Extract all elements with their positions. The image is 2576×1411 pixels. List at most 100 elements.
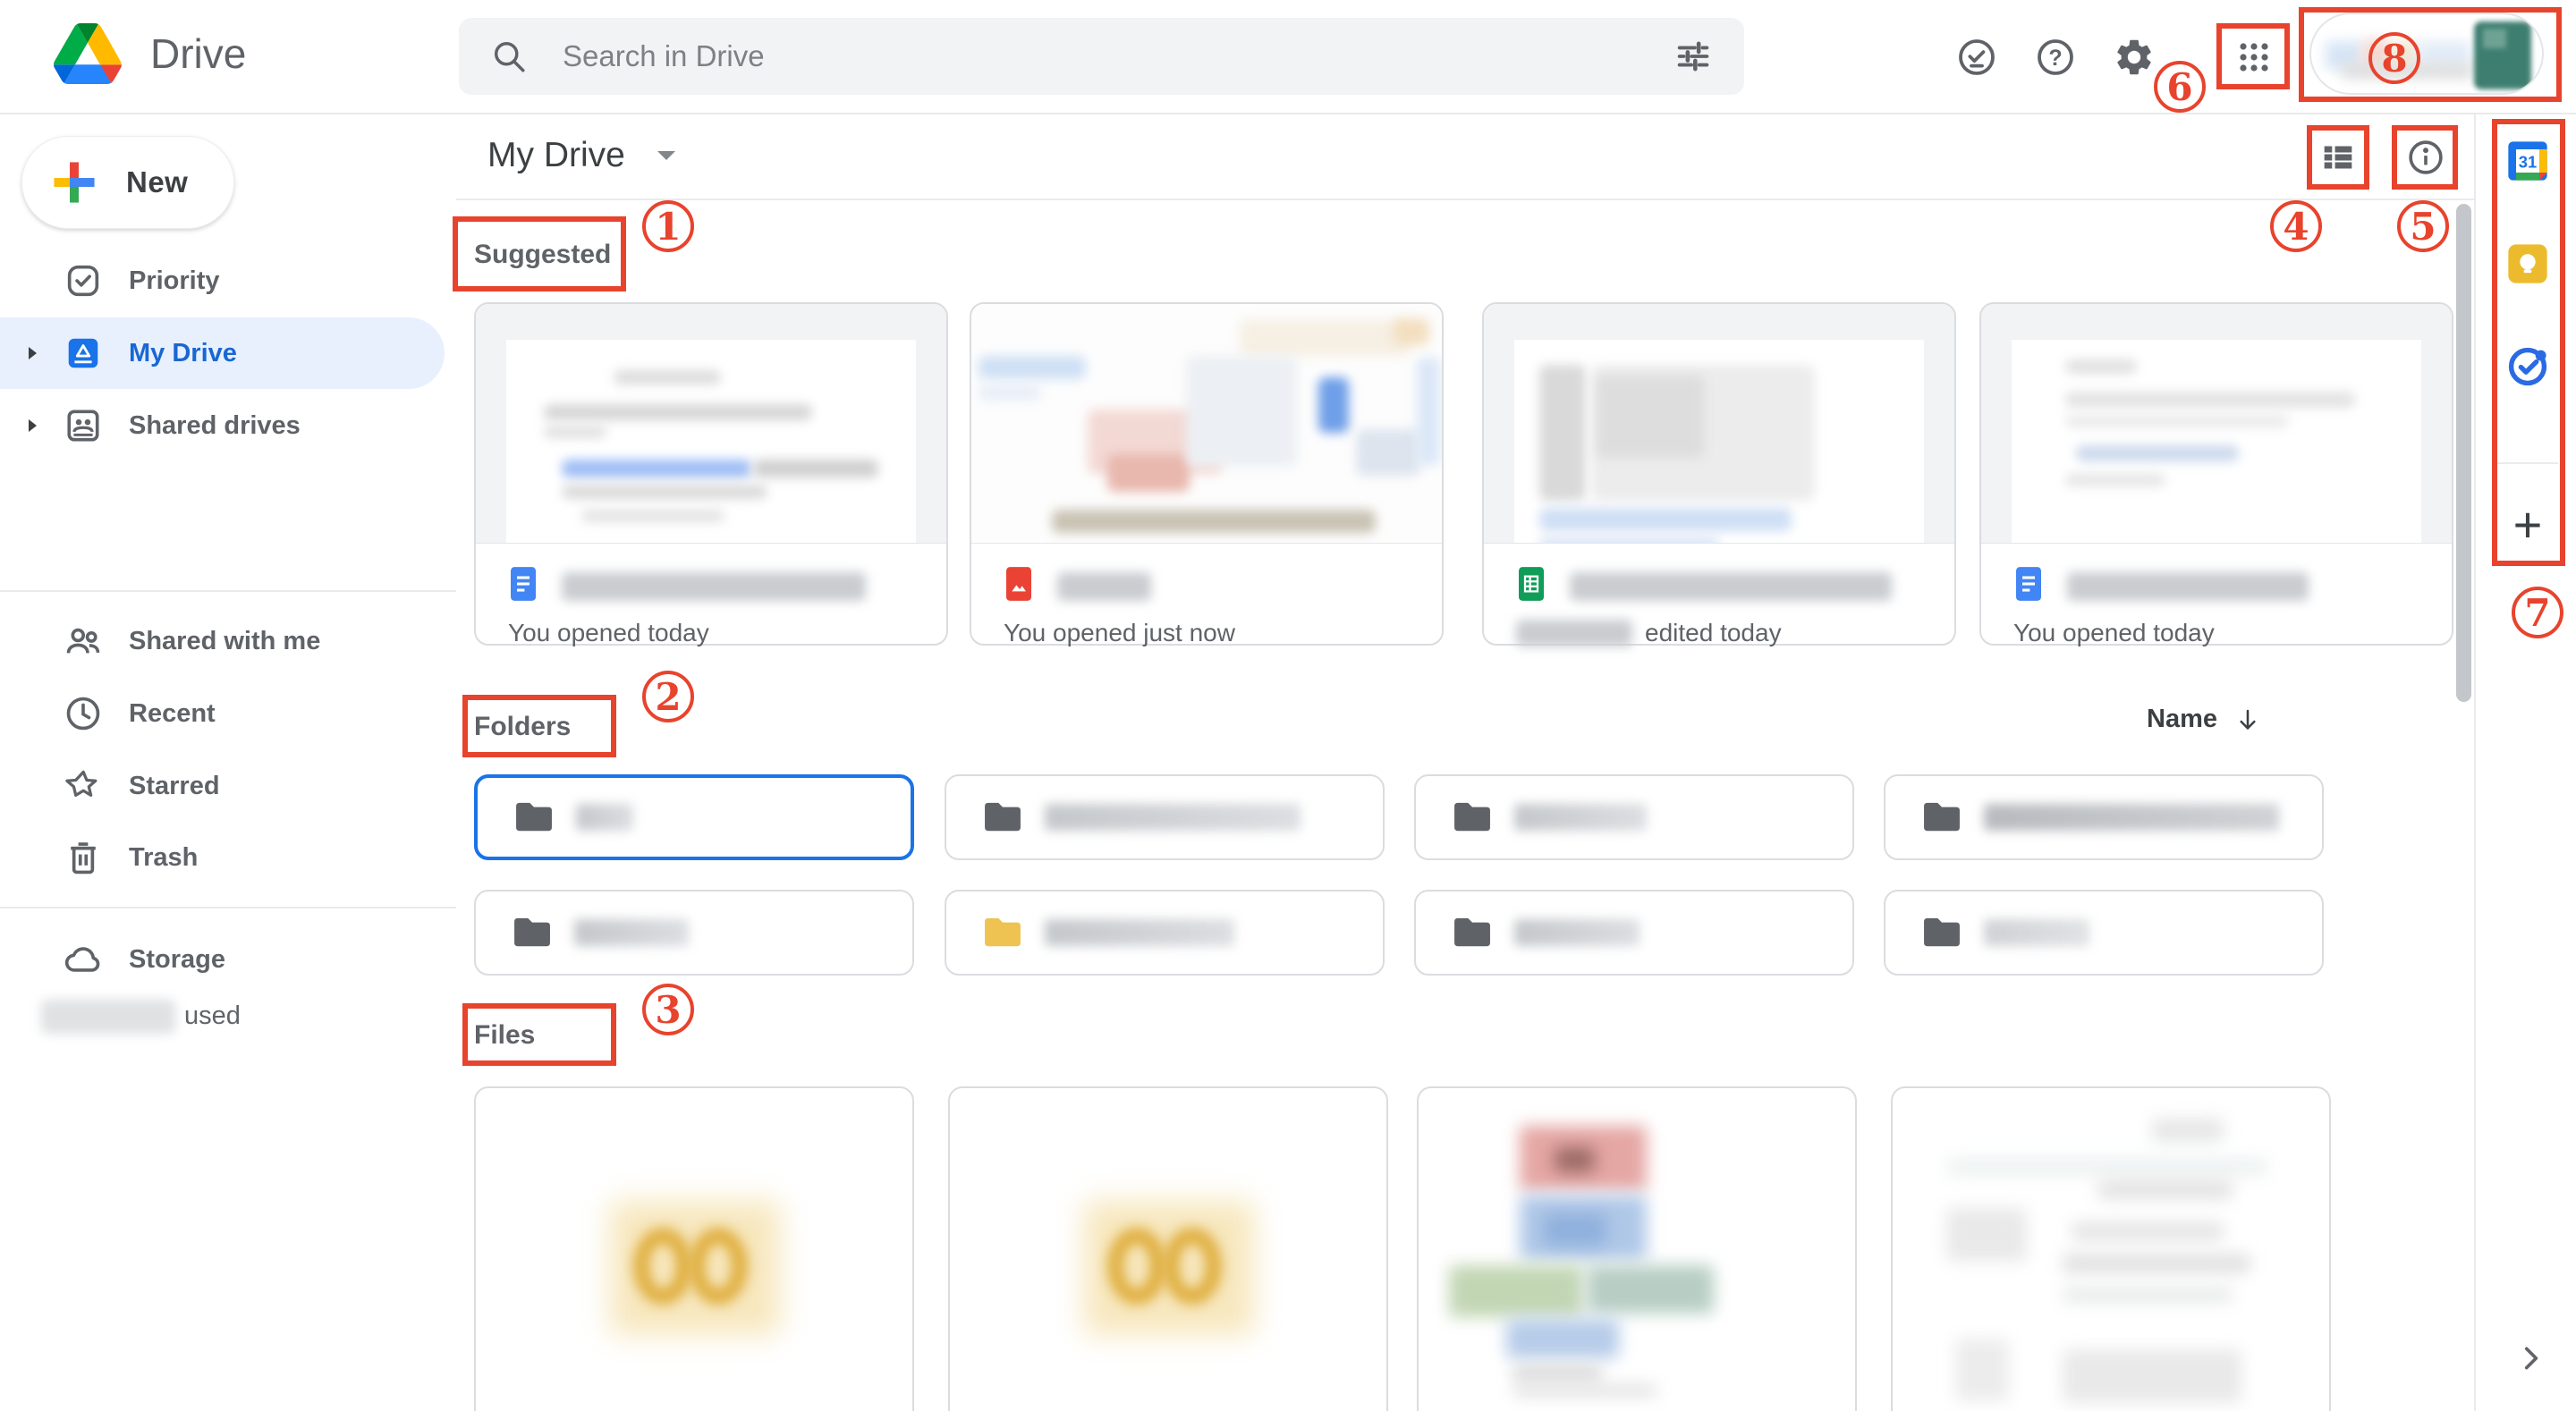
blurred-account-name [2342, 63, 2472, 79]
storage-icon [63, 939, 104, 980]
sidebar-item-shared-drives[interactable]: Shared drives [0, 390, 445, 461]
info-icon[interactable] [2402, 134, 2449, 181]
priority-icon [63, 260, 104, 301]
folder-card[interactable] [1884, 774, 2324, 860]
help-icon[interactable]: ? [2032, 34, 2079, 80]
blurred-folder-name [1045, 919, 1234, 946]
sidebar-item-shared-with-me[interactable]: Shared with me [0, 605, 445, 677]
blurred-document [2152, 1119, 2224, 1142]
avatar[interactable] [2474, 21, 2531, 89]
suggested-card[interactable]: You opened just now [970, 302, 1444, 646]
chevron-right-icon[interactable] [2515, 1343, 2546, 1373]
folder-card[interactable] [945, 774, 1385, 860]
recent-icon [63, 693, 104, 734]
search-input[interactable] [561, 38, 1640, 74]
sidebar-divider [0, 907, 456, 908]
sidebar-item-label: Trash [129, 843, 198, 873]
file-card[interactable] [1417, 1086, 1857, 1411]
file-caption: edited today [1516, 619, 1782, 647]
folder-card[interactable] [1414, 890, 1854, 976]
blurred-yellow-logo [689, 1228, 748, 1305]
search-bar[interactable] [459, 18, 1744, 95]
blurred-yellow-logo [1163, 1228, 1222, 1305]
sidebar-item-trash[interactable]: Trash [0, 822, 445, 893]
sidebar-item-priority[interactable]: Priority [0, 245, 445, 317]
folder-card[interactable] [945, 890, 1385, 976]
list-view-toggle-icon[interactable] [2315, 134, 2361, 181]
search-icon[interactable] [489, 37, 529, 76]
annotation-number-5: 5 [2397, 200, 2449, 252]
blurred-file-title [562, 572, 866, 601]
sheets-file-icon [1516, 565, 1546, 603]
drive-logo-icon [54, 23, 122, 84]
tasks-icon[interactable] [2504, 343, 2551, 390]
check-circle-icon[interactable] [1953, 34, 2000, 80]
blurred-person-name [1516, 620, 1632, 646]
sort-control[interactable]: Name [2147, 705, 2262, 734]
suggested-card[interactable]: You opened today [474, 302, 948, 646]
sidebar-divider [0, 590, 456, 592]
keep-icon[interactable] [2504, 241, 2551, 287]
sidebar-item-storage[interactable]: Storage [0, 924, 445, 995]
file-thumbnail [476, 304, 946, 544]
file-caption: You opened today [508, 619, 709, 647]
file-caption: You opened just now [1004, 619, 1235, 647]
folder-icon [982, 800, 1023, 834]
expand-caret-icon[interactable] [23, 344, 41, 362]
sidebar-item-recent[interactable]: Recent [0, 678, 445, 749]
blurred-folder-name [1514, 804, 1647, 831]
section-label-files: Files [474, 1020, 535, 1051]
blurred-yellow-logo [633, 1228, 692, 1305]
file-card[interactable] [1891, 1086, 2331, 1411]
blurred-folder-name [574, 919, 689, 946]
blurred-folder-name [1984, 919, 2089, 946]
page-title-text: My Drive [487, 136, 625, 175]
section-label-suggested: Suggested [474, 240, 611, 270]
sidebar-item-label: Recent [129, 699, 216, 729]
blurred-yellow-logo [1107, 1228, 1166, 1305]
folder-card[interactable] [1884, 890, 2324, 976]
new-button[interactable]: New [21, 136, 234, 229]
sidebar-item-starred[interactable]: Starred [0, 750, 445, 822]
file-thumbnail [971, 304, 1442, 544]
apps-grid-icon[interactable] [2231, 34, 2277, 80]
file-thumbnail [1484, 304, 1954, 544]
account-chip[interactable] [2309, 13, 2544, 95]
blurred-folder-name [576, 804, 633, 831]
expand-caret-icon[interactable] [23, 417, 41, 435]
new-button-label: New [126, 165, 188, 199]
folder-card[interactable] [474, 890, 914, 976]
annotation-number-3: 3 [642, 984, 694, 1035]
right-side-panel: 31 + [2474, 114, 2576, 1411]
file-card[interactable] [948, 1086, 1388, 1411]
folder-icon [1921, 916, 1962, 950]
sidebar-item-label: Storage [129, 945, 225, 975]
breadcrumb-my-drive[interactable]: My Drive [487, 136, 677, 175]
search-options-icon[interactable] [1673, 36, 1714, 77]
shared-with-me-icon [63, 621, 104, 662]
folder-icon [982, 916, 1023, 950]
svg-text:?: ? [2048, 46, 2062, 71]
suggested-card[interactable]: You opened today [1979, 302, 2453, 646]
calendar-icon[interactable]: 31 [2504, 138, 2551, 184]
file-card[interactable] [474, 1086, 914, 1411]
folder-card[interactable] [1414, 774, 1854, 860]
drive-logo[interactable]: Drive [54, 23, 246, 84]
gear-icon[interactable] [2111, 34, 2157, 80]
suggested-card[interactable]: edited today [1482, 302, 1956, 646]
folder-card[interactable] [474, 774, 914, 860]
sidebar-item-label: Shared drives [129, 411, 301, 441]
my-drive-icon [63, 333, 104, 374]
sidebar-item-label: Shared with me [129, 627, 320, 656]
svg-text:31: 31 [2519, 153, 2537, 172]
drive-logo-text: Drive [150, 30, 246, 78]
blurred-storage-amount [41, 1000, 175, 1034]
file-thumbnail [1981, 304, 2452, 544]
vertical-scrollbar[interactable] [2456, 204, 2471, 702]
sort-label: Name [2147, 705, 2217, 734]
add-panel-icon[interactable]: + [2504, 501, 2551, 547]
file-caption: You opened today [2013, 619, 2215, 647]
folder-icon [513, 800, 555, 834]
annotation-number-4: 4 [2270, 200, 2322, 252]
sidebar-item-my-drive[interactable]: My Drive [0, 317, 445, 389]
